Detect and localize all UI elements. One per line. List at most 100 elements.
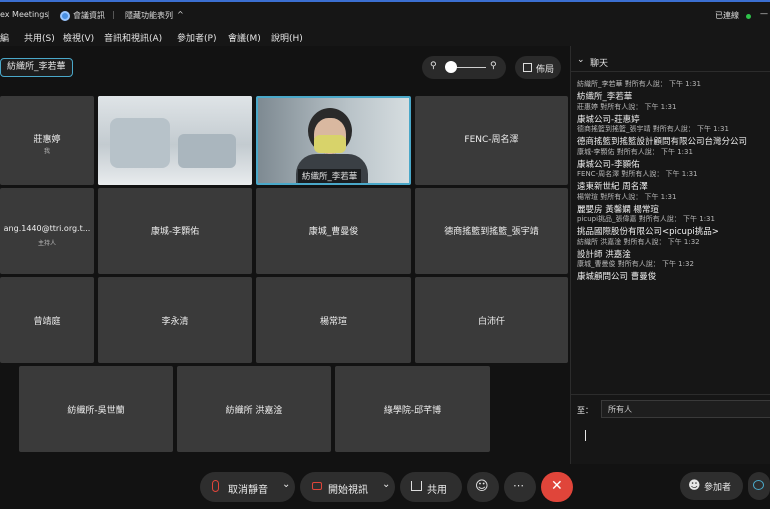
chevron-down-icon[interactable]: ⌄ <box>282 479 290 490</box>
active-speaker-tag: 紡織所_李若華 <box>0 58 73 77</box>
zoom-handle[interactable] <box>445 61 457 73</box>
title-bar: ex Meetings | 會議資訊 | 隱藏功能表列 ^ 已連線 — <box>0 0 770 30</box>
video-off-icon <box>312 482 322 490</box>
participant-name: 楊常瑄 <box>319 317 347 327</box>
participant-tile[interactable]: 康城_曹曼俊 <box>256 188 411 274</box>
menu-item-share[interactable]: 共用(S) <box>24 31 55 44</box>
layout-label: 佈局 <box>536 65 555 75</box>
participant-name: 白沛仟 <box>477 317 505 327</box>
status-dot-icon <box>746 14 751 19</box>
chat-button[interactable] <box>748 472 770 500</box>
participant-name: 綠學院-邱芊博 <box>383 406 442 416</box>
layout-button[interactable]: 佈局 <box>515 56 561 79</box>
participant-name: ang.1440@ttri.org.t... <box>3 224 91 233</box>
more-icon: ⋯ <box>513 479 524 492</box>
participant-tile[interactable]: 白沛仟 <box>415 277 568 363</box>
participant-name: 紡織所-吳世蘭 <box>67 406 125 416</box>
chat-divider <box>571 394 770 395</box>
chat-message-meta: 紡織所 洪嘉淦 對所有人說： 下午 1:32 <box>577 237 700 246</box>
chat-message-meta: 德商搖籃到搖籃_張宇靖 對所有人說： 下午 1:31 <box>577 125 729 133</box>
text-cursor <box>585 430 586 441</box>
participant-tile[interactable]: 紡織所-吳世蘭 <box>19 366 173 452</box>
title-separator: | <box>112 10 115 19</box>
unmute-button[interactable]: 取消靜音 ⌄ <box>200 472 295 502</box>
zoom-slider[interactable]: ⚲ ⚲ <box>422 56 506 79</box>
chat-title: 聊天 <box>590 59 609 69</box>
meeting-info-icon[interactable] <box>60 11 70 21</box>
recipient-select[interactable]: 所有人 <box>601 400 770 418</box>
chat-message-text: 康城公司-莊惠婷 <box>577 114 640 125</box>
zoom-out-icon[interactable]: ⚲ <box>430 61 437 71</box>
unmute-label: 取消靜音 <box>228 485 268 496</box>
participant-tile[interactable]: ang.1440@ttri.org.t... 主持人 <box>0 188 94 274</box>
chat-message-text: 麗嬰房 黃馨嫻 楊常瑄 <box>577 204 659 215</box>
person-icon: ☻ <box>688 478 701 492</box>
shared-content-tile[interactable] <box>98 96 252 185</box>
participants-label: 參加者 <box>704 483 732 493</box>
chat-message-text: 德商搖籃到搖籃設計顧問有限公司台灣分公司 <box>577 137 748 147</box>
participant-tile[interactable]: 李永清 <box>98 277 252 363</box>
participant-tile[interactable]: 德商搖籃到搖籃_張宇靖 <box>415 188 568 274</box>
host-badge: 主持人 <box>37 240 56 247</box>
chat-message-meta: picupi挑品_張偉嘉 對所有人說： 下午 1:31 <box>577 215 715 223</box>
mic-muted-icon <box>212 480 219 492</box>
chat-panel: ⌄ 聊天 紡織所_李若華 對所有人說： 下午 1:31 紡織所_李若華 莊惠婷 對所… <box>570 46 770 464</box>
shared-screen-graphic <box>178 134 236 168</box>
meeting-info-link[interactable]: 會議資訊 <box>73 10 105 21</box>
participant-name: 莊惠婷 <box>33 135 61 145</box>
participant-tile[interactable]: 楊常瑄 <box>256 277 411 363</box>
connection-status: 已連線 <box>715 11 739 20</box>
menu-item-participants[interactable]: 參加者(P) <box>177 31 216 44</box>
chat-message-meta: 莊惠婷 對所有人說： 下午 1:31 <box>577 102 677 111</box>
participant-name: 曾靖庭 <box>33 317 61 327</box>
chat-divider <box>571 71 770 72</box>
chevron-down-icon[interactable]: ⌄ <box>382 479 390 490</box>
chat-message-meta: 紡織所_李若華 對所有人說： 下午 1:31 <box>577 80 701 88</box>
participant-name: 紡織所_李若華 <box>298 169 362 183</box>
chevron-up-icon[interactable]: ^ <box>177 10 184 19</box>
participant-name: FENC-周名澤 <box>464 135 519 145</box>
zoom-in-icon[interactable]: ⚲ <box>490 61 497 71</box>
chat-bubble-icon <box>753 480 764 490</box>
hide-menu-bar-link[interactable]: 隱藏功能表列 <box>125 10 173 21</box>
participants-button[interactable]: ☻ 參加者 <box>680 472 743 500</box>
participant-tile[interactable]: 康城-李顥佑 <box>98 188 252 274</box>
menu-item-edit[interactable]: 編 <box>0 31 9 44</box>
participant-name: 德商搖籃到搖籃_張宇靖 <box>444 227 539 237</box>
menu-bar: 編 共用(S) 檢視(V) 音訊和視訊(A) 參加者(P) 會議(M) 說明(H… <box>0 30 770 46</box>
layout-grid-icon <box>523 63 532 72</box>
chat-message-text: 設計師 洪嘉淦 <box>577 249 631 260</box>
participant-name: 康城-李顥佑 <box>150 227 200 237</box>
chat-input[interactable] <box>577 424 770 460</box>
reactions-button[interactable]: ☺ <box>467 472 499 502</box>
chat-message-text: 康城顧問公司 曹曼俊 <box>577 272 657 282</box>
participant-tile[interactable]: 綠學院-邱芊博 <box>335 366 490 452</box>
recipient-value: 所有人 <box>608 405 632 414</box>
participant-tile[interactable]: 莊惠婷 我 <box>0 96 94 185</box>
menu-item-help[interactable]: 說明(H) <box>271 31 303 44</box>
more-options-button[interactable]: ⋯ <box>504 472 536 502</box>
participant-video-tile[interactable]: 紡織所_李若華 <box>256 96 411 185</box>
participant-tile[interactable]: 紡織所 洪嘉淦 <box>177 366 331 452</box>
menu-item-meeting[interactable]: 會議(M) <box>228 31 261 44</box>
participant-tile[interactable]: FENC-周名澤 <box>415 96 568 185</box>
chat-message-meta: 康城_曹曼俊 對所有人說： 下午 1:32 <box>577 260 694 268</box>
chat-message-meta: 楊常瑄 對所有人說： 下午 1:31 <box>577 192 677 201</box>
participant-tile[interactable]: 曾靖庭 <box>0 277 94 363</box>
menu-item-audio-video[interactable]: 音訊和視訊(A) <box>104 31 162 44</box>
menu-item-view[interactable]: 檢視(V) <box>63 31 94 44</box>
share-label: 共用 <box>427 485 447 496</box>
close-icon: ✕ <box>551 478 563 494</box>
end-meeting-button[interactable]: ✕ <box>541 472 573 502</box>
share-button[interactable]: 共用 <box>400 472 462 502</box>
chat-message-meta: FENC-周名澤 對所有人說： 下午 1:31 <box>577 170 698 178</box>
shared-screen-graphic <box>110 118 170 168</box>
chat-message-text: 挑品國際股份有限公司<picupi挑品> <box>577 227 719 237</box>
collapse-chat-icon[interactable]: ⌄ <box>577 55 585 65</box>
title-separator: | <box>47 10 50 19</box>
zoom-track[interactable] <box>452 67 486 68</box>
emoji-icon: ☺ <box>475 479 489 494</box>
minimize-icon[interactable]: — <box>760 9 768 18</box>
start-video-button[interactable]: 開始視訊 ⌄ <box>300 472 395 502</box>
chat-message-text: 紡織所_李若華 <box>577 92 633 102</box>
